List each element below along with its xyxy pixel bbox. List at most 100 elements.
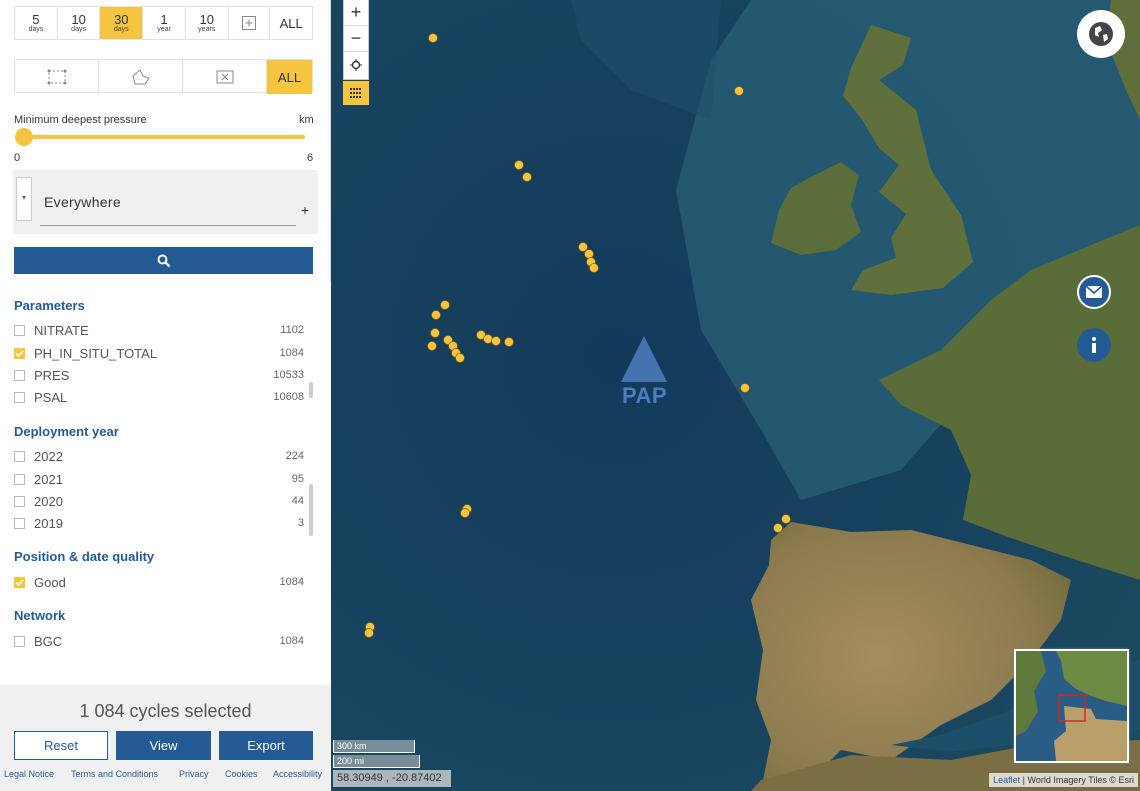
year-2021[interactable]: 2021 95 <box>14 469 304 489</box>
item-count: 3 <box>297 517 304 529</box>
checkbox[interactable] <box>14 391 25 403</box>
time-option-5-days[interactable]: 5 days <box>15 7 58 39</box>
time-option-number: 30 <box>114 11 129 27</box>
time-all-label: ALL <box>279 15 303 31</box>
custom-date-range-button[interactable] <box>229 7 271 39</box>
float-marker[interactable] <box>514 160 524 170</box>
globe-icon <box>1089 22 1113 46</box>
crosshair-icon <box>350 59 362 71</box>
polygon-select-button[interactable] <box>99 60 183 94</box>
area-filter: ALL <box>14 59 313 94</box>
parameter-psal[interactable]: PSAL 10608 <box>14 387 304 407</box>
deployment-year-scrollbar[interactable] <box>309 484 313 536</box>
area-option-all[interactable]: ALL <box>267 60 312 94</box>
float-marker[interactable] <box>455 353 465 363</box>
section-title-parameters: Parameters <box>14 298 85 313</box>
float-marker[interactable] <box>440 300 450 310</box>
float-marker[interactable] <box>734 86 744 96</box>
leaflet-link[interactable]: Leaflet <box>993 775 1020 785</box>
checkbox[interactable] <box>14 635 25 647</box>
time-option-unit: days <box>113 25 129 33</box>
clear-area-button[interactable] <box>183 60 267 94</box>
item-label: 2021 <box>34 471 63 487</box>
float-marker[interactable] <box>427 341 437 351</box>
time-option-unit: days <box>28 25 44 33</box>
pressure-slider-handle[interactable] <box>15 128 33 146</box>
checkbox[interactable] <box>14 473 25 485</box>
float-marker[interactable] <box>431 310 441 320</box>
time-option-number: 1 <box>160 11 168 27</box>
time-option-number: 10 <box>199 11 214 27</box>
time-option-30-days[interactable]: 30 days <box>100 7 144 39</box>
reset-button[interactable]: Reset <box>14 731 108 760</box>
time-option-unit: year <box>157 25 171 33</box>
time-option-10-years[interactable]: 10 years <box>186 7 229 39</box>
contact-button[interactable] <box>1077 275 1111 309</box>
item-label: NITRATE <box>34 322 89 338</box>
quality-good[interactable]: Good 1084 <box>14 572 304 592</box>
float-marker[interactable] <box>428 33 438 43</box>
info-button[interactable] <box>1077 328 1111 362</box>
time-option-all[interactable]: ALL <box>270 7 312 39</box>
pressure-unit: km <box>299 114 314 126</box>
privacy-link[interactable]: Privacy <box>179 769 209 779</box>
float-marker[interactable] <box>781 514 791 524</box>
parameter-pres[interactable]: PRES 10533 <box>14 365 304 385</box>
time-option-10-days[interactable]: 10 days <box>58 7 101 39</box>
checkbox[interactable] <box>14 495 25 507</box>
terms-link[interactable]: Terms and Conditions <box>71 769 158 779</box>
pap-station-marker[interactable] <box>621 336 667 382</box>
item-label: PRES <box>34 367 70 383</box>
zoom-in-button[interactable]: + <box>344 0 368 26</box>
rectangle-select-button[interactable] <box>15 60 99 94</box>
year-2019[interactable]: 2019 3 <box>14 513 304 533</box>
selected-count: 1 084 cycles selected <box>79 701 252 721</box>
checkbox-checked[interactable] <box>14 347 25 359</box>
scale-bar-mi: 200 mi <box>333 755 420 768</box>
year-2020[interactable]: 2020 44 <box>14 491 304 511</box>
time-option-1-year[interactable]: 1 year <box>143 7 186 39</box>
locate-button[interactable] <box>344 52 368 78</box>
basemap-button[interactable] <box>1077 10 1125 58</box>
grid-toggle-button[interactable] <box>343 81 369 105</box>
polygon-select-icon <box>131 69 150 85</box>
float-marker[interactable] <box>364 628 374 638</box>
location-type-dropdown[interactable]: ▾ <box>16 177 32 221</box>
parameter-nitrate[interactable]: NITRATE 1102 <box>14 320 304 340</box>
network-bgc[interactable]: BGC 1084 <box>14 631 304 651</box>
float-marker[interactable] <box>740 383 750 393</box>
info-icon <box>1092 337 1096 353</box>
parameter-ph-in-situ-total[interactable]: PH_IN_SITU_TOTAL 1084 <box>14 343 304 363</box>
checkbox-checked[interactable] <box>14 576 25 588</box>
year-2022[interactable]: 2022 224 <box>14 446 304 466</box>
checkbox[interactable] <box>14 517 25 529</box>
parameters-scrollbar[interactable] <box>309 382 313 398</box>
add-location-button[interactable]: + <box>294 199 316 221</box>
calendar-plus-icon <box>241 16 256 30</box>
checkbox[interactable] <box>14 369 25 381</box>
area-all-label: ALL <box>277 69 302 85</box>
float-marker[interactable] <box>430 328 440 338</box>
zoom-out-button[interactable]: − <box>344 26 368 52</box>
location-input[interactable]: Everywhere <box>40 188 296 226</box>
float-marker[interactable] <box>589 263 599 273</box>
view-button[interactable]: View <box>116 731 211 760</box>
pressure-slider-track[interactable] <box>22 135 305 139</box>
map[interactable]: PAP + − 300 km 200 mi 58.30949 , -20.874… <box>331 0 1140 791</box>
float-marker[interactable] <box>522 172 532 182</box>
rectangle-select-icon <box>47 69 66 85</box>
float-marker[interactable] <box>483 334 493 344</box>
float-marker[interactable] <box>460 508 470 518</box>
float-marker[interactable] <box>504 337 514 347</box>
legal-notice-link[interactable]: Legal Notice <box>4 769 54 779</box>
checkbox[interactable] <box>14 450 25 462</box>
float-marker[interactable] <box>584 249 594 259</box>
float-marker[interactable] <box>491 336 501 346</box>
checkbox[interactable] <box>14 324 25 336</box>
minimap[interactable] <box>1014 649 1129 763</box>
search-button[interactable] <box>14 247 313 274</box>
accessibility-link[interactable]: Accessibility <box>273 769 322 779</box>
export-button[interactable]: Export <box>219 731 313 760</box>
cookies-link[interactable]: Cookies <box>225 769 258 779</box>
float-marker[interactable] <box>773 523 783 533</box>
